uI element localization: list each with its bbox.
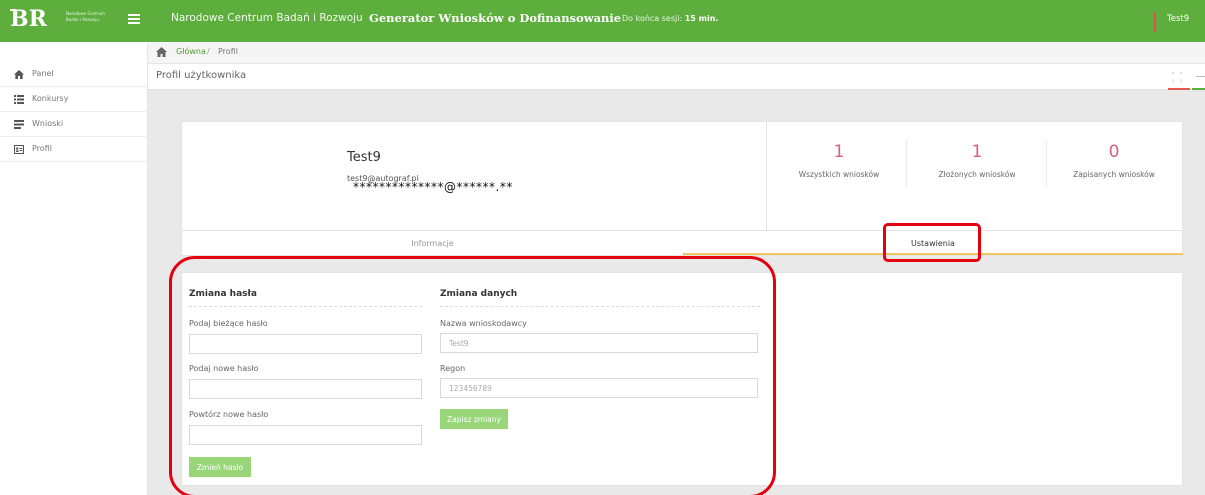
home-icon[interactable] — [156, 47, 167, 57]
session-value: 15 min. — [684, 14, 719, 23]
expand-icon[interactable] — [1172, 72, 1182, 82]
stat-value: 1 — [833, 142, 845, 162]
ncbr-logo[interactable]: BR — [10, 6, 60, 32]
annotation-highlight-tab — [883, 223, 981, 262]
profile-tabs: Informacje Ustawienia — [181, 231, 1183, 256]
stats-divider — [766, 122, 767, 232]
top-bar: BR Narodowe Centrum Badań i Rozwoju Naro… — [0, 0, 1205, 42]
sidebar-item-profil[interactable]: Profil — [0, 137, 148, 162]
stat-label: Zapisanych wniosków — [1073, 170, 1155, 179]
sidebar-item-wnioski[interactable]: Wnioski — [0, 112, 148, 137]
header-accent-green — [1192, 88, 1205, 90]
stat-all: 1 Wszystkich wniosków — [770, 122, 908, 232]
list-icon — [14, 95, 24, 104]
page-header: Profil użytkownika — [148, 64, 1205, 90]
sidebar-item-panel[interactable]: Panel — [0, 62, 148, 87]
sidebar-item-label: Profil — [32, 144, 52, 153]
sidebar: Panel Konkursy Wnioski Profil — [0, 42, 148, 495]
sidebar-item-label: Konkursy — [32, 94, 69, 103]
menu-toggle-icon[interactable] — [128, 14, 140, 24]
org-name[interactable]: Narodowe Centrum Badań i Rozwoju — [171, 12, 363, 24]
stat-saved: 0 Zapisanych wniosków — [1045, 122, 1183, 232]
tab-informacje[interactable]: Informacje — [182, 231, 683, 255]
user-divider — [1154, 12, 1156, 32]
collapse-icon[interactable] — [1196, 76, 1205, 77]
stat-label: Złożonych wniosków — [938, 170, 1016, 179]
breadcrumb-separator: / — [207, 47, 210, 56]
logo-caption-line-2: Badań i Rozwoju — [66, 17, 99, 22]
stat-value: 0 — [1108, 142, 1120, 162]
profile-name: Test9 — [347, 150, 381, 165]
sidebar-item-label: Panel — [32, 69, 54, 78]
breadcrumb-current: Profil — [218, 47, 238, 56]
stat-label: Wszystkich wniosków — [798, 170, 880, 179]
app-title: Generator Wniosków o Dofinansowanie — [369, 11, 622, 25]
stat-divider — [906, 139, 907, 187]
breadcrumb-home-link[interactable]: Główna — [176, 47, 206, 56]
header-accent-red — [1168, 88, 1190, 90]
home-icon — [14, 70, 24, 79]
sidebar-item-konkursy[interactable]: Konkursy — [0, 87, 148, 112]
profile-card: Test9 test9@autograf.pl **************@*… — [181, 121, 1183, 232]
user-menu[interactable]: Test9 — [1167, 14, 1189, 24]
stat-value: 1 — [971, 142, 983, 162]
session-timer: Do końca sesji: 15 min. — [622, 14, 718, 23]
logo-caption: Narodowe Centrum Badań i Rozwoju — [66, 11, 105, 23]
breadcrumb: Główna / Profil — [148, 42, 1205, 64]
profile-email-mask: **************@******.** — [353, 180, 513, 194]
session-label: Do końca sesji: — [622, 14, 683, 23]
page-title: Profil użytkownika — [156, 70, 247, 81]
document-list-icon — [14, 120, 24, 129]
stat-submitted: 1 Złożonych wniosków — [908, 122, 1046, 232]
profile-card-icon — [14, 145, 24, 154]
sidebar-item-label: Wnioski — [32, 119, 64, 128]
annotation-highlight-forms — [169, 256, 776, 495]
